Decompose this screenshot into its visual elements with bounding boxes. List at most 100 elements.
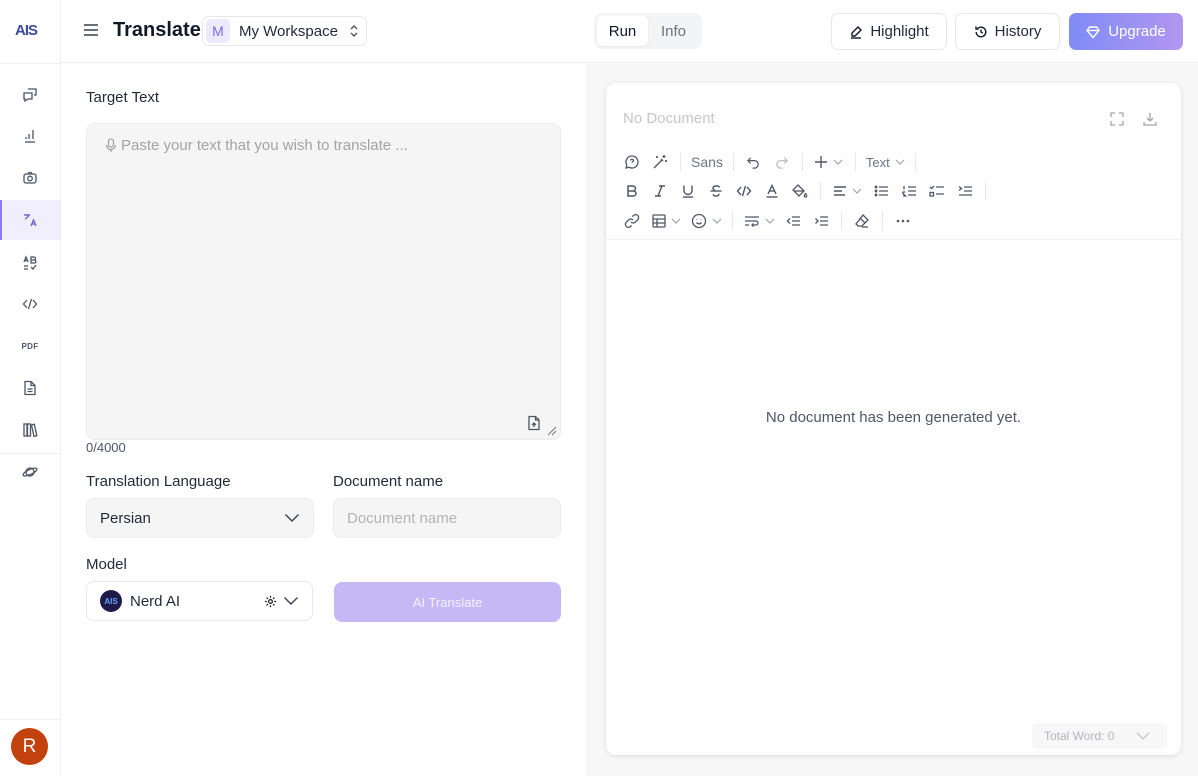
insert-menu[interactable] (809, 150, 849, 174)
model-select[interactable]: AIS Nerd AI (86, 581, 313, 621)
language-label: Translation Language (86, 473, 231, 490)
page-title: Translate (113, 19, 201, 41)
block-type-select[interactable]: Text (862, 150, 909, 174)
block-type-value: Text (865, 154, 890, 170)
sidebar-item-code[interactable] (0, 284, 60, 324)
fullscreen-icon[interactable] (1109, 111, 1125, 127)
more-options-button[interactable] (889, 209, 917, 233)
highlight-color-button[interactable] (786, 179, 814, 203)
highlight-button[interactable]: Highlight (831, 13, 947, 50)
sidebar-item-pdf[interactable]: PDF (0, 326, 60, 366)
sidebar-item-document[interactable] (0, 368, 60, 408)
model-value: Nerd AI (130, 592, 181, 610)
ai-translate-button[interactable]: AI Translate (334, 582, 561, 622)
toolbar-separator (985, 182, 986, 200)
text-color-button[interactable] (758, 179, 786, 203)
toolbar-separator (801, 153, 803, 171)
italic-icon (655, 185, 665, 197)
sidebar-item-grammar[interactable] (0, 243, 60, 283)
file-upload-icon[interactable] (527, 415, 541, 431)
user-avatar[interactable]: R (11, 728, 48, 765)
avatar-initial: R (22, 735, 37, 757)
language-select[interactable]: Persian (86, 498, 314, 538)
more-horizontal-icon (896, 219, 910, 223)
table-menu[interactable] (646, 209, 686, 233)
eraser-icon (855, 214, 869, 228)
toolbar-separator (680, 153, 681, 171)
editor-toolbar-row-2 (618, 179, 992, 203)
indent-button[interactable] (807, 209, 835, 233)
sidebar-item-writing[interactable] (0, 116, 60, 156)
bold-button[interactable] (618, 179, 646, 203)
chevron-down-icon (765, 218, 774, 224)
history-button[interactable]: History (955, 13, 1060, 50)
sidebar: AIS PDF R (0, 0, 61, 776)
microphone-icon[interactable] (105, 138, 117, 153)
ai-chat-tool[interactable] (618, 150, 646, 174)
checklist-button[interactable] (923, 179, 951, 203)
line-height-menu[interactable] (739, 209, 779, 233)
toolbar-divider (606, 239, 1181, 240)
character-counter: 0/4000 (86, 440, 126, 455)
collapsible-list-button[interactable] (951, 179, 979, 203)
redo-button[interactable] (768, 150, 796, 174)
chevron-down-icon (852, 188, 861, 194)
link-button[interactable] (618, 209, 646, 233)
planet-icon (22, 467, 38, 477)
upgrade-label: Upgrade (1108, 23, 1166, 40)
font-family-value: Sans (691, 154, 723, 170)
diamond-icon (1086, 25, 1101, 39)
upgrade-button[interactable]: Upgrade (1069, 13, 1183, 50)
download-icon[interactable] (1142, 111, 1158, 127)
sidebar-divider (0, 63, 61, 64)
undo-button[interactable] (740, 150, 768, 174)
toolbar-separator (882, 212, 883, 230)
target-text-area[interactable]: Paste your text that you wish to transla… (86, 123, 561, 440)
language-value: Persian (100, 509, 151, 527)
font-family-select[interactable]: Sans (687, 150, 727, 174)
sidebar-item-camera[interactable] (0, 158, 60, 198)
strikethrough-button[interactable] (702, 179, 730, 203)
workspace-selector[interactable]: M My Workspace (202, 16, 367, 46)
underline-button[interactable] (674, 179, 702, 203)
grammar-check-icon (23, 255, 37, 270)
document-name-input[interactable]: Document name (333, 498, 561, 538)
model-logo: AIS (100, 590, 122, 612)
bullet-list-button[interactable] (867, 179, 895, 203)
sidebar-item-explore[interactable] (0, 452, 60, 492)
clear-format-button[interactable] (848, 209, 876, 233)
emoji-icon (691, 213, 706, 229)
align-menu[interactable] (827, 179, 867, 203)
target-text-label: Target Text (86, 89, 160, 106)
history-icon (974, 26, 987, 37)
chevron-down-icon (833, 159, 843, 165)
plus-icon (815, 156, 828, 168)
italic-button[interactable] (646, 179, 674, 203)
bullet-list-icon (874, 185, 888, 197)
resize-handle-icon[interactable] (547, 426, 557, 436)
sidebar-item-chat[interactable] (0, 75, 60, 115)
gear-icon[interactable] (264, 595, 277, 608)
emoji-menu[interactable] (686, 209, 726, 233)
list-indent-icon (958, 185, 972, 196)
redo-icon (776, 156, 789, 169)
menu-toggle-button[interactable] (81, 20, 101, 40)
tab-info[interactable]: Info (648, 16, 699, 46)
word-count-badge[interactable]: Total Word: 0 (1032, 723, 1167, 749)
writing-icon (25, 130, 35, 143)
outdent-button[interactable] (779, 209, 807, 233)
link-icon (624, 214, 640, 228)
inline-code-button[interactable] (730, 179, 758, 203)
ai-magic-tool[interactable] (646, 150, 674, 174)
chevron-down-icon (1137, 732, 1150, 740)
sidebar-item-library[interactable] (0, 410, 60, 450)
sidebar-item-translate[interactable] (0, 200, 60, 240)
app-logo[interactable]: AIS (15, 22, 38, 39)
word-count-text: Total Word: 0 (1044, 729, 1115, 743)
text-color-icon (766, 184, 778, 198)
undo-icon (747, 156, 760, 169)
tab-run[interactable]: Run (597, 16, 648, 46)
ordered-list-button[interactable] (895, 179, 923, 203)
chat-help-icon (625, 155, 639, 169)
strikethrough-icon (710, 185, 722, 197)
